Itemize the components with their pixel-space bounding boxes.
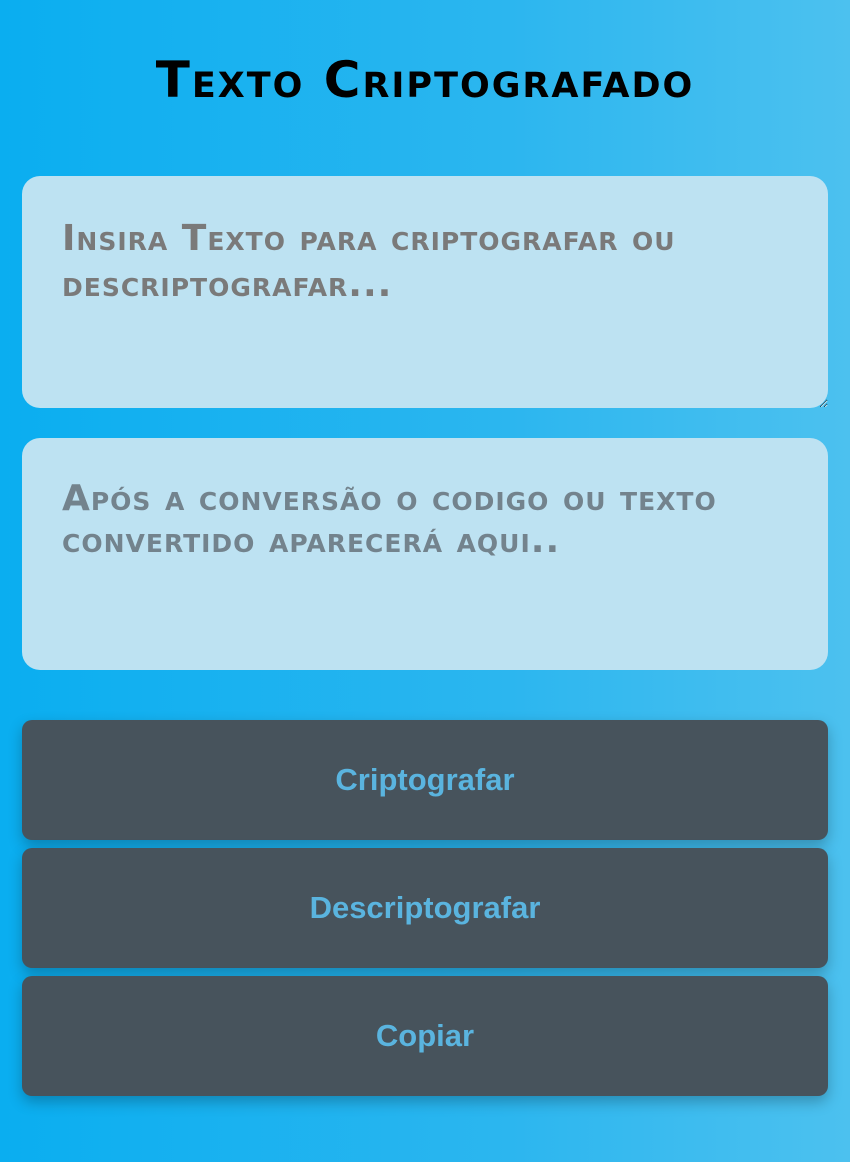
output-text: Após a conversão o codigo ou texto conve… <box>62 478 717 561</box>
page-title: Texto Criptografado <box>155 51 695 109</box>
input-text-field[interactable] <box>22 176 828 408</box>
encrypt-button[interactable]: Criptografar <box>22 720 828 840</box>
copy-button[interactable]: Copiar <box>22 976 828 1096</box>
output-text-panel: Após a conversão o codigo ou texto conve… <box>22 438 828 670</box>
decrypt-button[interactable]: Descriptografar <box>22 848 828 968</box>
